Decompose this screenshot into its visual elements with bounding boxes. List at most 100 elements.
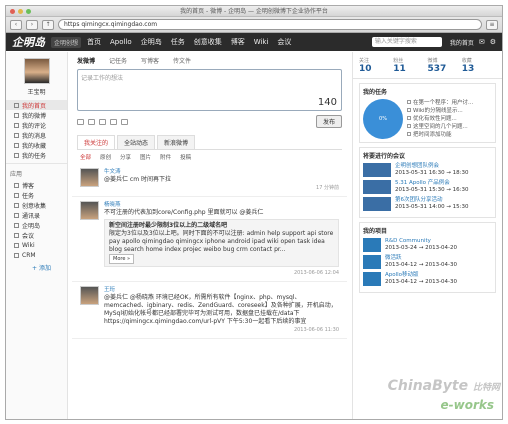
- island-icon: [14, 222, 19, 228]
- nav-ideas[interactable]: 创意收集: [194, 37, 222, 47]
- title-bar: 我的首页 - 微博 - 企明岛 — 企明创微博下企业协作平台: [6, 6, 502, 17]
- post-author[interactable]: 王珩: [104, 286, 339, 294]
- post-avatar[interactable]: [80, 286, 99, 305]
- app-wiki[interactable]: Wiki: [6, 240, 67, 250]
- emoji-icon[interactable]: [77, 118, 84, 125]
- app-qimingdao[interactable]: 企明岛: [6, 220, 67, 230]
- nav-blog[interactable]: 博客: [231, 37, 245, 47]
- post-text: @姜兵仁 cm 时间再下拉: [104, 176, 171, 183]
- app-meeting[interactable]: 会议: [6, 230, 67, 240]
- stat-posts[interactable]: 微博 537: [428, 57, 462, 74]
- meeting-item[interactable]: 第6次团队分享活动 2013-05-31 14:00 → 15:30: [363, 197, 492, 211]
- url-field[interactable]: https qimingcx.qimingdao.com: [58, 19, 482, 30]
- tab-post-weibo[interactable]: 发微博: [77, 56, 95, 65]
- filter-all[interactable]: 全部: [80, 153, 91, 161]
- app-ideas[interactable]: 创意收集: [6, 200, 67, 210]
- image-icon[interactable]: [88, 118, 95, 125]
- filter-submissions[interactable]: 投稿: [180, 153, 191, 161]
- meeting-thumb: [363, 180, 391, 194]
- tab-upload-file[interactable]: 传文件: [173, 56, 191, 65]
- meeting-item[interactable]: 企明创想团队例会 2013-05-31 16:30 → 18:30: [363, 163, 492, 177]
- sidebar-item-tasks[interactable]: 我的任务: [6, 150, 67, 160]
- more-button[interactable]: More »: [109, 254, 135, 264]
- panel-title: 将要进行的会议: [363, 153, 406, 160]
- sidebar-item-comments[interactable]: 我的评论: [6, 120, 67, 130]
- right-sidebar: 关注 10 粉丝 11 微博 537 收藏 13 我的任务 0% 在第一个程序：用户讨.…: [352, 52, 502, 419]
- nav-home[interactable]: 首页: [87, 37, 101, 47]
- search-input[interactable]: 输入关键字搜索: [371, 37, 442, 47]
- hashtag-icon[interactable]: [99, 118, 106, 125]
- star-icon: [14, 142, 19, 148]
- post-textarea[interactable]: 记录工作的想法 140: [77, 69, 342, 111]
- nav-meeting[interactable]: 会议: [277, 37, 291, 47]
- main-column: 发微博 记任务 写博客 传文件 记录工作的想法 140 发布 我关注的 全站动态…: [72, 52, 347, 419]
- quote-title[interactable]: 新空间注册时最少限制3位以上的二级域名吧: [109, 222, 334, 230]
- forward-button[interactable]: ›: [26, 19, 38, 30]
- stat-following[interactable]: 关注 10: [359, 57, 393, 74]
- tab-write-blog[interactable]: 写博客: [141, 56, 159, 65]
- meetings-panel: 将要进行的会议 企明创想团队例会 2013-05-31 16:30 → 18:30…: [359, 147, 496, 218]
- project-thumb: [363, 272, 381, 286]
- feed-post: 牛文涛 @姜兵仁 cm 时间再下拉 17 分钟前: [72, 164, 347, 197]
- project-switcher[interactable]: 企明创想: [51, 36, 82, 48]
- post-author[interactable]: 杨晓燕: [104, 201, 339, 209]
- filter-images[interactable]: 图片: [140, 153, 151, 161]
- stat-favorites[interactable]: 收藏 13: [462, 57, 496, 74]
- minimize-dot[interactable]: [18, 9, 23, 14]
- avatar[interactable]: [23, 58, 50, 84]
- add-app-link[interactable]: + 添加: [6, 263, 67, 272]
- share-button[interactable]: ↑: [42, 19, 54, 30]
- nav-apollo[interactable]: Apollo: [110, 38, 132, 46]
- sidebar-item-weibo[interactable]: 我的微博: [6, 110, 67, 120]
- watermark-chinabyte: ChinaByte 比特网: [387, 378, 500, 394]
- post-author[interactable]: 牛文涛: [104, 168, 339, 176]
- panel-title: 我的项目: [363, 228, 388, 235]
- post-time: 2013-06-06 12:04: [293, 270, 339, 276]
- reader-button[interactable]: ≡: [486, 19, 498, 30]
- quote-body: 限定为3位以及3位以上吧。同时下面的不可以注册: admin help supp…: [109, 230, 334, 253]
- sidebar-item-favorites[interactable]: 我的收藏: [6, 140, 67, 150]
- back-button[interactable]: ‹: [10, 19, 22, 30]
- post-avatar[interactable]: [80, 168, 99, 187]
- project-item[interactable]: 微活跃 2013-04-12 → 2013-04-30: [363, 255, 492, 269]
- mail-icon[interactable]: ✉: [479, 38, 485, 46]
- filter-attachments[interactable]: 附件: [160, 153, 171, 161]
- nav-tasks[interactable]: 任务: [171, 37, 185, 47]
- contacts-icon: [14, 212, 19, 218]
- feed-post: 王珩 @姜兵仁 @杨晓燕 环境已经OK，所需所有软件【nginx、php、mys…: [72, 282, 347, 339]
- project-item[interactable]: R&D Community 2013-03-24 → 2013-04-20: [363, 238, 492, 252]
- attachment-icon[interactable]: [110, 118, 117, 125]
- my-tasks-panel: 我的任务 0% 在第一个程序：用户讨... Wiki的分隔线显示... 优化有效…: [359, 83, 496, 143]
- url-text: qimingcx.qimingdao.com: [81, 21, 158, 28]
- close-dot[interactable]: [10, 9, 15, 14]
- project-item[interactable]: Apollo移动版 2013-04-12 → 2013-04-30: [363, 272, 492, 286]
- user-menu[interactable]: 我的首页: [450, 38, 474, 47]
- filter-original[interactable]: 原创: [100, 153, 111, 161]
- post-time: 2013-06-06 11:30: [293, 327, 339, 333]
- filter-share[interactable]: 分享: [120, 153, 131, 161]
- nav-wiki[interactable]: Wiki: [254, 38, 269, 46]
- post-avatar[interactable]: [80, 201, 99, 220]
- app-blog[interactable]: 博客: [6, 180, 67, 190]
- meeting-item[interactable]: 5.31 Apollo 产品例会 2013-05-31 15:30 → 16:30: [363, 180, 492, 194]
- app-tasks[interactable]: 任务: [6, 190, 67, 200]
- gear-icon[interactable]: ⚙: [490, 38, 496, 46]
- publish-button[interactable]: 发布: [315, 115, 342, 128]
- tab-sina-weibo[interactable]: 新浪微博: [157, 135, 196, 149]
- video-icon[interactable]: [121, 118, 128, 125]
- app-contacts[interactable]: 通讯录: [6, 210, 67, 220]
- sidebar-item-home[interactable]: 我的首页: [6, 100, 67, 110]
- tab-log-task[interactable]: 记任务: [109, 56, 127, 65]
- stat-followers[interactable]: 粉丝 11: [393, 57, 427, 74]
- logo: 企明岛: [12, 36, 45, 49]
- wiki-icon: [14, 242, 19, 248]
- apps-title: 应用: [6, 163, 67, 180]
- tab-site-activity[interactable]: 全站动态: [117, 135, 156, 149]
- nav-qimingdao[interactable]: 企明岛: [141, 37, 162, 47]
- message-icon: [14, 132, 19, 138]
- post-text: 不可注册的代表加到core/Config.php 里面就可以 @姜兵仁: [104, 209, 264, 216]
- app-crm[interactable]: CRM: [6, 250, 67, 260]
- zoom-dot[interactable]: [26, 9, 31, 14]
- sidebar-item-messages[interactable]: 我的消息: [6, 130, 67, 140]
- tab-following[interactable]: 我关注的: [77, 135, 116, 149]
